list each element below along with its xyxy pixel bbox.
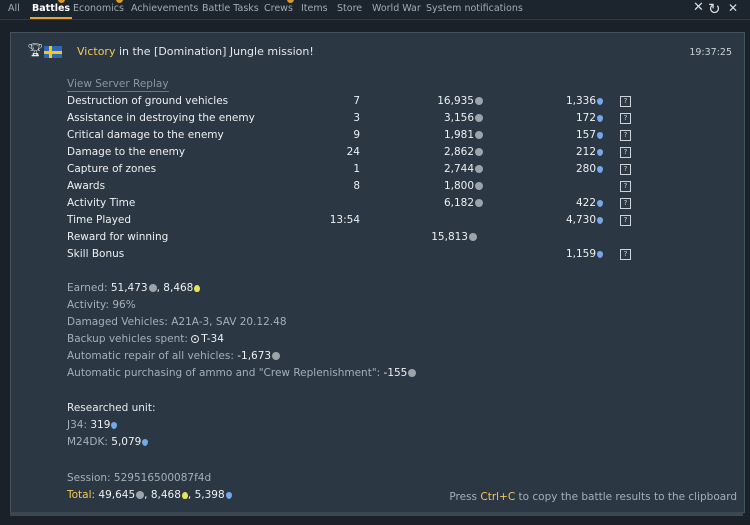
researched-unit-label: Researched unit: bbox=[67, 402, 156, 414]
research-points-icon bbox=[597, 149, 603, 156]
tab-battle-tasks[interactable]: Battle Tasks bbox=[202, 0, 259, 19]
help-icon[interactable]: ? bbox=[620, 215, 631, 226]
session-id: Session: 529516500087f4d bbox=[67, 472, 212, 484]
message-title: Victory in the [Domination] Jungle missi… bbox=[77, 45, 314, 58]
help-icon[interactable]: ? bbox=[620, 113, 631, 124]
tab-system-notifications[interactable]: System notifications bbox=[426, 0, 523, 19]
tab-store[interactable]: Store bbox=[337, 0, 362, 19]
researched-unit-row: M24DK: 5,079 bbox=[67, 436, 149, 448]
auto-ammo-line: Automatic purchasing of ammo and "Crew R… bbox=[67, 367, 417, 379]
silver-lions-icon bbox=[475, 114, 483, 122]
research-points-icon bbox=[597, 98, 603, 105]
reward-row: Capture of zones 1 2,744 280 ? bbox=[67, 162, 667, 178]
silver-lions-icon bbox=[475, 148, 483, 156]
help-icon[interactable]: ? bbox=[620, 164, 631, 175]
trophy-icon: 🏆︎ bbox=[27, 43, 44, 58]
silver-lions-icon bbox=[408, 369, 417, 377]
silver-lions-icon bbox=[272, 352, 281, 360]
research-points-icon bbox=[225, 492, 232, 499]
auto-repair-line: Automatic repair of all vehicles: -1,673 bbox=[67, 350, 281, 362]
reward-row: Assistance in destroying the enemy 3 3,1… bbox=[67, 111, 667, 127]
backup-vehicle-icon bbox=[191, 335, 200, 343]
reward-row: Time Played 13:54 4,730 ? bbox=[67, 213, 667, 229]
help-icon[interactable]: ? bbox=[620, 147, 631, 158]
silver-lions-icon bbox=[475, 182, 483, 190]
research-points-icon bbox=[597, 217, 603, 224]
help-icon[interactable]: ? bbox=[620, 96, 631, 107]
reward-row: Destruction of ground vehicles 7 16,935 … bbox=[67, 94, 667, 110]
reward-row: Awards 8 1,800 ? bbox=[67, 179, 667, 195]
help-icon[interactable]: ? bbox=[620, 130, 631, 141]
research-points-icon bbox=[111, 422, 118, 429]
tab-items[interactable]: Items bbox=[301, 0, 328, 19]
golden-eagles-icon bbox=[194, 285, 201, 292]
help-icon[interactable]: ? bbox=[620, 198, 631, 209]
reward-row: Critical damage to the enemy 9 1,981 157… bbox=[67, 128, 667, 144]
silver-lions-icon bbox=[136, 491, 145, 499]
refresh-icon[interactable]: ↻ bbox=[708, 1, 721, 17]
silver-lions-icon bbox=[475, 131, 483, 139]
sweden-flag-icon bbox=[44, 46, 62, 58]
reward-row: Reward for winning 15,813 bbox=[67, 230, 667, 246]
reward-row: Activity Time 6,182 422 ? bbox=[67, 196, 667, 212]
reward-row: Skill Bonus 1,159 ? bbox=[67, 247, 667, 263]
research-points-icon bbox=[597, 132, 603, 139]
activity-line: Activity: 96% bbox=[67, 299, 136, 311]
research-points-icon bbox=[597, 200, 603, 207]
tab-battles[interactable]: Battles bbox=[29, 0, 73, 19]
researched-unit-row: J34: 319 bbox=[67, 419, 118, 431]
reward-row: Damage to the enemy 24 2,862 212 ? bbox=[67, 145, 667, 161]
silver-lions-icon bbox=[475, 199, 483, 207]
research-points-icon bbox=[597, 251, 603, 258]
notification-tabs: All Battles Economics Achievements Battl… bbox=[0, 0, 750, 20]
total-line: Total: 49,645, 8,468, 5,398 bbox=[67, 489, 232, 501]
silver-lions-icon bbox=[469, 233, 477, 241]
research-points-icon bbox=[142, 439, 149, 446]
research-points-icon bbox=[597, 166, 603, 173]
message-time: 19:37:25 bbox=[689, 47, 732, 58]
earned-line: Earned: 51,473, 8,468 bbox=[67, 282, 201, 294]
backup-vehicles-line: Backup vehicles spent: T-34 bbox=[67, 333, 224, 345]
damaged-vehicles-line: Damaged Vehicles: A21A-3, SAV 20.12.48 bbox=[67, 316, 287, 328]
close-icon[interactable]: ✕ bbox=[693, 0, 704, 16]
view-server-replay-link[interactable]: View Server Replay bbox=[67, 78, 169, 92]
battle-result-message: 🏆︎ Victory in the [Domination] Jungle mi… bbox=[10, 32, 745, 513]
tab-achievements[interactable]: Achievements bbox=[131, 0, 198, 19]
copy-hint: Press Ctrl+C to copy the battle results … bbox=[449, 491, 737, 503]
tab-economics[interactable]: Economics bbox=[73, 0, 124, 19]
research-points-icon bbox=[597, 115, 603, 122]
help-icon[interactable]: ? bbox=[620, 249, 631, 260]
panel-bottom-edge bbox=[10, 512, 743, 516]
help-icon[interactable]: ? bbox=[620, 181, 631, 192]
silver-lions-icon bbox=[475, 97, 483, 105]
close-icon[interactable]: ✕ bbox=[728, 0, 738, 16]
tab-all[interactable]: All bbox=[8, 0, 20, 19]
silver-lions-icon bbox=[148, 284, 157, 292]
tab-world-war[interactable]: World War bbox=[372, 0, 421, 19]
silver-lions-icon bbox=[475, 165, 483, 173]
